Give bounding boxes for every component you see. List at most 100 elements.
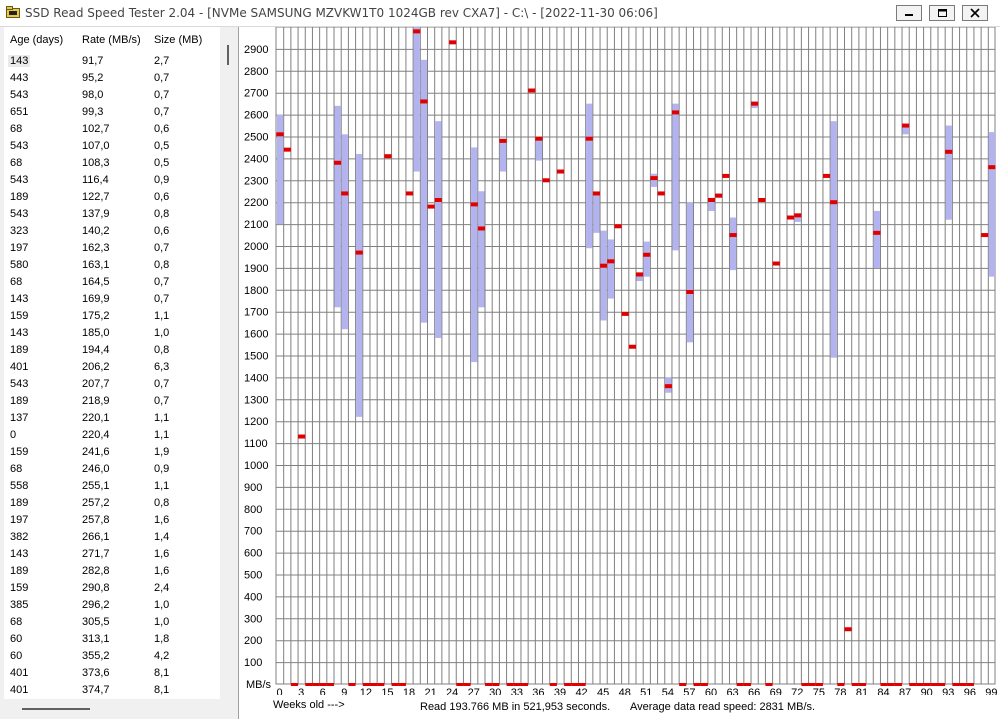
x-tick-label: 24 (446, 687, 458, 695)
read-speed-chart: 1002003004005006007008009001000110012001… (244, 27, 998, 695)
size-cell: 0,8 (154, 497, 170, 509)
list-row[interactable]: 60 313,1 1,8 (4, 631, 220, 648)
list-row[interactable]: 68 164,5 0,7 (4, 274, 220, 291)
y-tick-label: 300 (244, 613, 262, 625)
list-row[interactable]: 159 175,2 1,1 (4, 308, 220, 325)
y-tick-label: 2200 (244, 197, 268, 209)
list-row[interactable]: 543 107,0 0,5 (4, 138, 220, 155)
range-bar (420, 59, 427, 323)
list-row[interactable]: 543 137,9 0,8 (4, 206, 220, 223)
rate-cell: 140,2 (82, 225, 110, 237)
minimize-button[interactable] (896, 5, 922, 21)
list-row[interactable]: 401 374,7 8,1 (4, 682, 220, 699)
list-row[interactable]: 385 296,2 1,0 (4, 597, 220, 614)
x-tick-label: 81 (856, 687, 868, 695)
median-mark (873, 230, 881, 235)
list-row[interactable]: 197 257,8 1,6 (4, 512, 220, 529)
zero-mark (506, 683, 514, 686)
size-cell: 1,4 (154, 531, 170, 543)
file-list-panel: Age (days) Rate (MB/s) Size (MB) 143 91,7… (0, 27, 239, 719)
close-button[interactable] (962, 5, 988, 21)
rate-cell: 98,0 (82, 89, 104, 101)
x-axis-labels: 0 3 6 9 12 15 18 21 24 27 30 33 36 39 42 45 48 51 54 57 60 63… (277, 687, 998, 695)
list-row[interactable]: 189 122,7 0,6 (4, 189, 220, 206)
rate-cell: 175,2 (82, 310, 110, 322)
range-bar (593, 193, 600, 233)
range-bar (356, 154, 363, 417)
range-bar (600, 230, 607, 321)
x-tick-label: 54 (662, 687, 674, 695)
list-row[interactable]: 143 271,7 1,6 (4, 546, 220, 563)
list-row[interactable]: 558 255,1 1,1 (4, 478, 220, 495)
window-title: SSD Read Speed Tester 2.04 - [NVMe SAMSU… (25, 6, 658, 20)
list-row[interactable]: 189 282,8 1,6 (4, 563, 220, 580)
zero-mark (319, 683, 327, 686)
list-row[interactable]: 68 102,7 0,6 (4, 121, 220, 138)
median-mark (902, 123, 910, 128)
zero-mark (858, 683, 867, 686)
median-mark (607, 259, 615, 264)
list-row[interactable]: 651 99,3 0,7 (4, 104, 220, 121)
list-row[interactable]: 60 355,2 4,2 (4, 648, 220, 665)
file-list[interactable]: Age (days) Rate (MB/s) Size (MB) 143 91,7… (4, 27, 220, 699)
list-row[interactable]: 143 91,7 2,7 (4, 53, 220, 70)
size-cell: 0,9 (154, 174, 170, 186)
x-tick-label: 39 (554, 687, 566, 695)
horizontal-scrollbar[interactable] (22, 708, 90, 710)
zero-mark (880, 683, 888, 686)
list-row[interactable]: 580 163,1 0,8 (4, 257, 220, 274)
y-tick-label: 2300 (244, 175, 268, 187)
list-row[interactable]: 159 241,6 1,9 (4, 444, 220, 461)
median-mark (628, 344, 636, 349)
list-row[interactable]: 137 220,1 1,1 (4, 410, 220, 427)
list-row[interactable]: 189 218,9 0,7 (4, 393, 220, 410)
age-cell: 68 (10, 616, 23, 628)
y-tick-label: 500 (244, 570, 262, 582)
y-tick-label: 1400 (244, 372, 268, 384)
size-cell: 2,7 (154, 55, 170, 67)
list-row[interactable]: 143 185,0 1,0 (4, 325, 220, 342)
list-row[interactable]: 189 257,2 0,8 (4, 495, 220, 512)
column-header-size[interactable]: Size (MB) (154, 34, 202, 46)
list-row[interactable]: 543 207,7 0,7 (4, 376, 220, 393)
list-row[interactable]: 401 206,2 6,3 (4, 359, 220, 376)
list-row[interactable]: 68 108,3 0,5 (4, 155, 220, 172)
y-tick-label: 700 (244, 526, 262, 538)
zero-mark (837, 683, 845, 686)
age-cell: 189 (10, 395, 29, 407)
size-cell: 0,7 (154, 378, 170, 390)
median-mark (600, 263, 608, 268)
zero-mark (463, 683, 471, 686)
size-cell: 0,5 (154, 157, 170, 169)
list-row[interactable]: 68 246,0 0,9 (4, 461, 220, 478)
app-icon (6, 6, 20, 18)
size-cell: 0,7 (154, 106, 170, 118)
zero-mark (894, 683, 903, 686)
list-row[interactable]: 382 266,1 1,4 (4, 529, 220, 546)
column-header-rate[interactable]: Rate (MB/s) (82, 34, 141, 46)
list-row[interactable]: 543 98,0 0,7 (4, 87, 220, 104)
x-tick-label: 45 (597, 687, 609, 695)
range-bar (988, 132, 995, 277)
list-row[interactable]: 197 162,3 0,7 (4, 240, 220, 257)
vertical-scrollbar[interactable] (227, 45, 229, 65)
list-row[interactable]: 323 140,2 0,6 (4, 223, 220, 240)
list-row[interactable]: 68 305,5 1,0 (4, 614, 220, 631)
maximize-button[interactable] (929, 5, 955, 21)
list-row[interactable]: 159 290,8 2,4 (4, 580, 220, 597)
zero-mark (765, 683, 773, 686)
zero-mark (700, 683, 708, 686)
column-header-age[interactable]: Age (days) (10, 34, 63, 46)
rate-cell: 313,1 (82, 633, 110, 645)
list-row[interactable]: 0 220,4 1,1 (4, 427, 220, 444)
x-tick-label: 75 (813, 687, 825, 695)
median-mark (772, 261, 780, 266)
list-row[interactable]: 189 194,4 0,8 (4, 342, 220, 359)
list-row[interactable]: 543 116,4 0,9 (4, 172, 220, 189)
age-cell: 197 (10, 514, 29, 526)
range-bar (873, 210, 880, 268)
y-tick-label: 2500 (244, 132, 268, 144)
list-row[interactable]: 443 95,2 0,7 (4, 70, 220, 87)
list-row[interactable]: 143 169,9 0,7 (4, 291, 220, 308)
list-row[interactable]: 401 373,6 8,1 (4, 665, 220, 682)
